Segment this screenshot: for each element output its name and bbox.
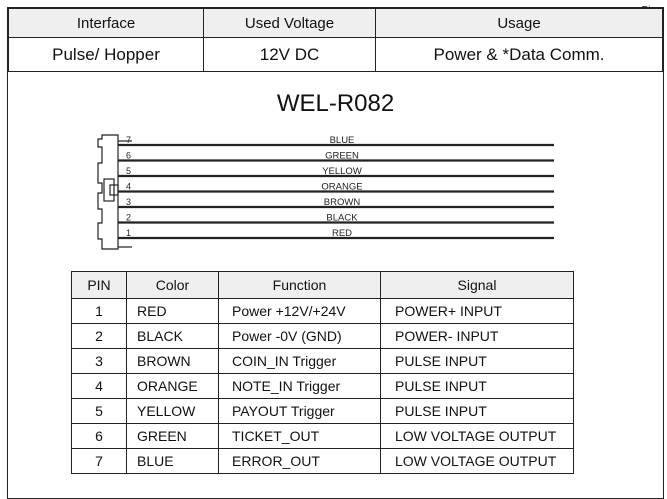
- cell-color: ORANGE: [126, 373, 219, 399]
- cell-color: BLACK: [126, 323, 219, 349]
- cell-pin: 2: [71, 323, 127, 349]
- wire-color-label: BROWN: [324, 197, 361, 208]
- cell-function: COIN_IN Trigger: [218, 348, 381, 374]
- cell-function: Power +12V/+24V: [218, 298, 381, 324]
- wire-pin-number: 6: [126, 151, 131, 161]
- value-used-voltage: 12V DC: [203, 37, 376, 72]
- wire-pin-number: 5: [126, 166, 131, 176]
- cell-pin: 7: [71, 448, 127, 474]
- cell-color: YELLOW: [126, 398, 219, 424]
- table-row: 7 BLUE ERROR_OUT LOW VOLTAGE OUTPUT: [71, 448, 574, 474]
- wire-pin-number: 2: [126, 213, 131, 223]
- table-row: 4 ORANGE NOTE_IN Trigger PULSE INPUT: [71, 373, 574, 399]
- cell-color: BROWN: [126, 348, 219, 374]
- wire-color-label: BLUE: [330, 135, 355, 146]
- cell-function: Power -0V (GND): [218, 323, 381, 349]
- header-usage: Usage: [375, 8, 663, 38]
- col-function: Function: [218, 271, 381, 299]
- pin-table-header: PIN Color Function Signal: [71, 271, 574, 299]
- cell-signal: PULSE INPUT: [380, 398, 574, 424]
- wire-color-label: ORANGE: [321, 182, 362, 193]
- value-usage: Power & *Data Comm.: [375, 37, 663, 72]
- col-signal: Signal: [380, 271, 574, 299]
- cell-signal: PULSE INPUT: [380, 348, 574, 374]
- wire-pin-number: 4: [126, 182, 131, 192]
- cell-pin: 1: [71, 298, 127, 324]
- cell-signal: LOW VOLTAGE OUTPUT: [380, 448, 574, 474]
- wire-pin-number: 3: [126, 197, 131, 207]
- cell-pin: 5: [71, 398, 127, 424]
- cell-pin: 6: [71, 423, 127, 449]
- cell-function: TICKET_OUT: [218, 423, 381, 449]
- model-title: WEL-R082: [276, 90, 395, 117]
- interface-header-row: Interface Used Voltage Usage: [8, 8, 663, 38]
- wire-color-label: RED: [332, 228, 352, 239]
- table-row: 3 BROWN COIN_IN Trigger PULSE INPUT: [71, 348, 574, 374]
- pin-table: PIN Color Function Signal 1 RED Power +1…: [71, 271, 574, 474]
- wire-color-label: BLACK: [326, 213, 358, 224]
- cell-color: BLUE: [126, 448, 219, 474]
- wire-pin-number: 7: [126, 135, 131, 145]
- cell-signal: POWER- INPUT: [380, 323, 574, 349]
- header-interface: Interface: [8, 8, 204, 38]
- cell-signal: POWER+ INPUT: [380, 298, 574, 324]
- cell-color: GREEN: [126, 423, 219, 449]
- wire-group: 7 BLUE 6 GREEN 5 YELLOW 4 ORANGE 3 BROWN 2 BLACK 1 RE…: [118, 135, 554, 240]
- wire-pin-number: 1: [126, 228, 131, 238]
- cell-signal: PULSE INPUT: [380, 373, 574, 399]
- cell-function: PAYOUT Trigger: [218, 398, 381, 424]
- cell-pin: 3: [71, 348, 127, 374]
- col-pin: PIN: [71, 271, 127, 299]
- header-used-voltage: Used Voltage: [203, 8, 376, 38]
- table-row: 2 BLACK Power -0V (GND) POWER- INPUT: [71, 323, 574, 349]
- cell-color: RED: [126, 298, 219, 324]
- table-row: 5 YELLOW PAYOUT Trigger PULSE INPUT: [71, 398, 574, 424]
- value-interface: Pulse/ Hopper: [8, 37, 204, 72]
- interface-value-row: Pulse/ Hopper 12V DC Power & *Data Comm.: [8, 37, 663, 72]
- table-row: 6 GREEN TICKET_OUT LOW VOLTAGE OUTPUT: [71, 423, 574, 449]
- cell-signal: LOW VOLTAGE OUTPUT: [380, 423, 574, 449]
- cell-function: ERROR_OUT: [218, 448, 381, 474]
- table-row: 1 RED Power +12V/+24V POWER+ INPUT: [71, 298, 574, 324]
- wire-color-label: YELLOW: [322, 166, 362, 177]
- connector-wiring-diagram: 7 BLUE 6 GREEN 5 YELLOW 4 ORANGE 3 BROWN 2 BLACK 1 RE…: [97, 134, 554, 250]
- interface-table: Interface Used Voltage Usage Pulse/ Hopp…: [8, 8, 663, 72]
- col-color: Color: [126, 271, 219, 299]
- document-frame: Pins Interface Used Voltage Usage Pulse/…: [7, 5, 664, 499]
- cell-pin: 4: [71, 373, 127, 399]
- cell-function: NOTE_IN Trigger: [218, 373, 381, 399]
- wire-color-label: GREEN: [325, 151, 359, 162]
